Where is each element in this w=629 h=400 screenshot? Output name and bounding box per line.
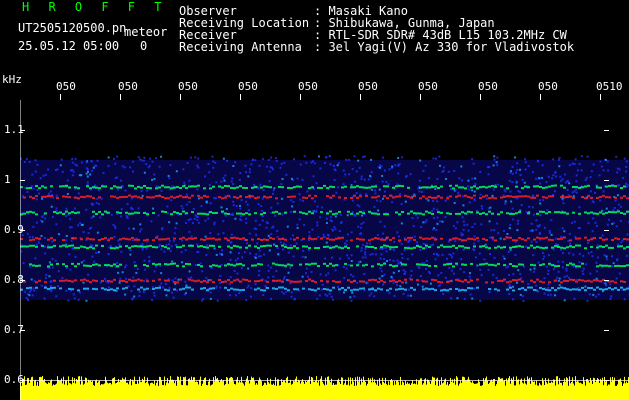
y-tick-label: 0.7 <box>4 323 24 336</box>
x-tick-label: 050 <box>538 80 558 93</box>
x-tick-label: 050 <box>418 80 438 93</box>
y-tick-label: 1.1 <box>4 123 24 136</box>
spectrogram <box>20 94 629 400</box>
x-tick-label: 050 <box>478 80 498 93</box>
y-tick-label: 1 <box>4 173 11 186</box>
x-tick-label: 050 <box>118 80 138 93</box>
x-tick-label: 050 <box>238 80 258 93</box>
y-tick-label: 0.6 <box>4 373 24 386</box>
x-tick-label: 050 <box>358 80 378 93</box>
x-tick-label: 050 <box>56 80 76 93</box>
x-tick-label: 0510 <box>596 80 623 93</box>
x-tick-label: 050 <box>178 80 198 93</box>
y-tick-label: 0.8 <box>4 273 24 286</box>
x-tick-label: 050 <box>298 80 318 93</box>
y-tick-label: 0.9 <box>4 223 24 236</box>
axis-unit: kHz <box>2 73 22 86</box>
